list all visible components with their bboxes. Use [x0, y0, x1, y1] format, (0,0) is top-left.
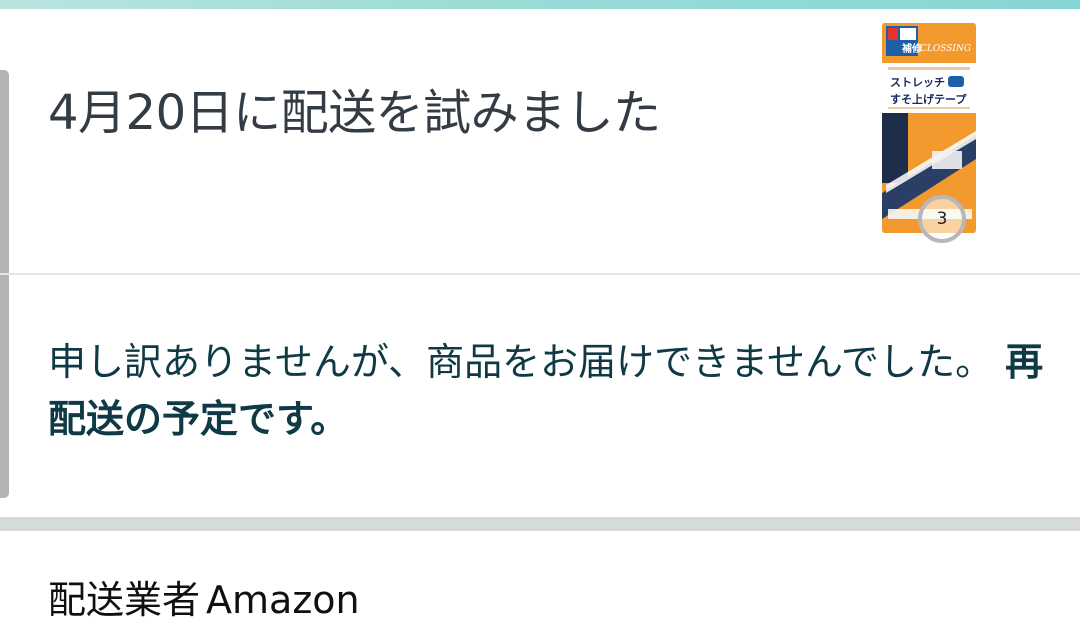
package-line2: すそ上げテープ	[890, 92, 967, 106]
delivery-status-message: 申し訳ありませんが、商品をお届けできませんでした。 再配送の予定です。	[48, 334, 1048, 448]
delivery-failure-text: 申し訳ありませんが、商品をお届けできませんでした。	[48, 340, 994, 384]
carrier-name: Amazon	[206, 578, 360, 622]
package-brand: CLOSSING	[920, 44, 971, 54]
delivery-status-title: 4月20日に配送を試みました	[48, 85, 661, 141]
package-line1: ストレッチ	[890, 76, 945, 89]
carrier-row: 配送業者 Amazon	[48, 572, 948, 628]
carrier-label: 配送業者	[48, 578, 201, 622]
section-separator	[0, 517, 1080, 531]
section-divider	[0, 273, 1080, 275]
top-accent-bar	[0, 0, 1080, 9]
quantity-badge: 3	[918, 195, 966, 243]
delivery-status-page: 4月20日に配送を試みました 補修 CLOSSING ストレッチ すそ上げテープ…	[0, 0, 1080, 641]
scroll-indicator[interactable]	[0, 70, 9, 498]
